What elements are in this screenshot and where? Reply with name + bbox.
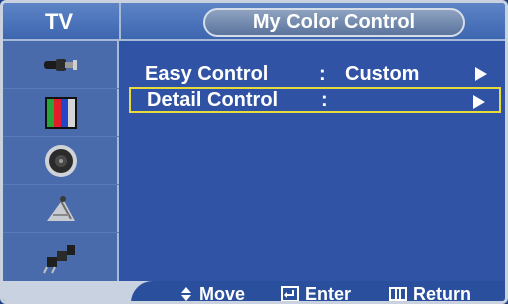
chevron-right-icon <box>473 95 485 109</box>
move-hint: Move <box>179 281 246 304</box>
return-hint: Return <box>389 281 471 304</box>
header-bar: TV My Color Control <box>3 3 505 41</box>
return-label: Return <box>413 283 471 304</box>
menu-panel: Easy Control : Custom Detail Control : <box>121 43 505 284</box>
header-divider <box>119 3 121 41</box>
satellite-dish-icon[interactable] <box>3 185 119 233</box>
enter-icon <box>281 286 299 301</box>
updown-arrow-icon <box>181 287 191 301</box>
color-bars-icon[interactable] <box>3 89 119 137</box>
menu-title: My Color Control <box>203 8 465 37</box>
tv-osd-screen: TV My Color Control Easy Control: Custo… <box>0 0 508 304</box>
menu-item-separator: : <box>319 62 326 85</box>
enter-label: Enter <box>305 283 352 304</box>
menu-item-detail-control[interactable]: Detail Control : <box>129 87 501 113</box>
enter-hint: Enter <box>281 281 352 304</box>
menu-item-label: Detail Control <box>147 88 279 111</box>
chevron-right-icon <box>475 67 487 81</box>
menu-item-value: Custom <box>345 62 420 85</box>
footer-nav: Move Enter Return <box>3 281 505 304</box>
category-sidebar <box>3 41 119 284</box>
speaker-icon[interactable] <box>3 137 119 185</box>
plugs-icon[interactable] <box>3 233 119 281</box>
menu-item-label: Easy Control <box>145 62 269 85</box>
input-plug-icon[interactable] <box>3 41 119 89</box>
menu-item-easy-control[interactable]: Easy Control : Custom <box>129 61 501 87</box>
footer-stub <box>3 281 175 301</box>
move-label: Move <box>199 283 246 304</box>
section-label: TV <box>44 9 74 34</box>
menu-item-separator: : <box>321 88 328 111</box>
menu-return-icon <box>389 287 407 301</box>
